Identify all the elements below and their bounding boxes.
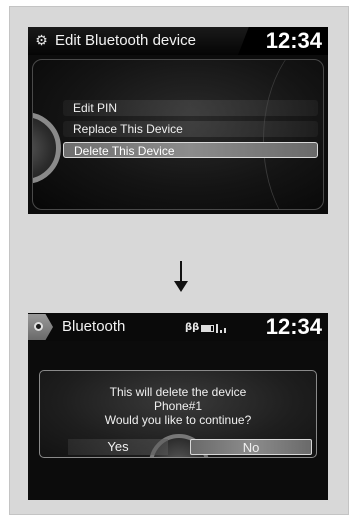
edit-bluetooth-device-screen: ⚙ Edit Bluetooth device 12:34 Edit PIN R…	[28, 27, 328, 214]
signal-icon	[216, 323, 230, 333]
battery-icon	[201, 324, 215, 332]
menu-panel: Edit PIN Replace This Device Delete This…	[32, 59, 324, 210]
no-button[interactable]: No	[190, 439, 312, 455]
home-icon[interactable]	[28, 314, 53, 340]
screen-body: This will delete the device Phone#1 Woul…	[32, 345, 324, 499]
menu-item-edit-pin[interactable]: Edit PIN	[63, 100, 318, 116]
title-bar: Bluetooth ββ 12:34	[28, 313, 328, 341]
delete-confirmation-screen: Bluetooth ββ 12:34 This will delete the …	[28, 313, 328, 500]
dialog-device-name: Phone#1	[153, 399, 203, 413]
bluetooth-icon: ββ	[185, 322, 200, 333]
menu-item-replace-device[interactable]: Replace This Device	[63, 121, 318, 137]
confirm-dialog: This will delete the device Phone#1 Woul…	[39, 370, 317, 458]
knob-icon	[33, 112, 61, 184]
status-icons: ββ	[185, 322, 230, 334]
clock: 12:34	[265, 28, 322, 53]
clock: 12:34	[265, 314, 322, 339]
screen-title: Bluetooth	[62, 318, 126, 335]
dialog-message-line3: Would you like to continue?	[104, 413, 252, 427]
menu-item-delete-device[interactable]: Delete This Device	[63, 142, 318, 158]
gear-icon: ⚙	[35, 32, 48, 48]
yes-button[interactable]: Yes	[68, 439, 168, 455]
dialog-message-line1: This will delete the device	[109, 385, 247, 399]
title-bar: ⚙ Edit Bluetooth device 12:34	[28, 27, 328, 55]
arrow-head	[174, 281, 188, 292]
screen-title: Edit Bluetooth device	[55, 32, 196, 49]
